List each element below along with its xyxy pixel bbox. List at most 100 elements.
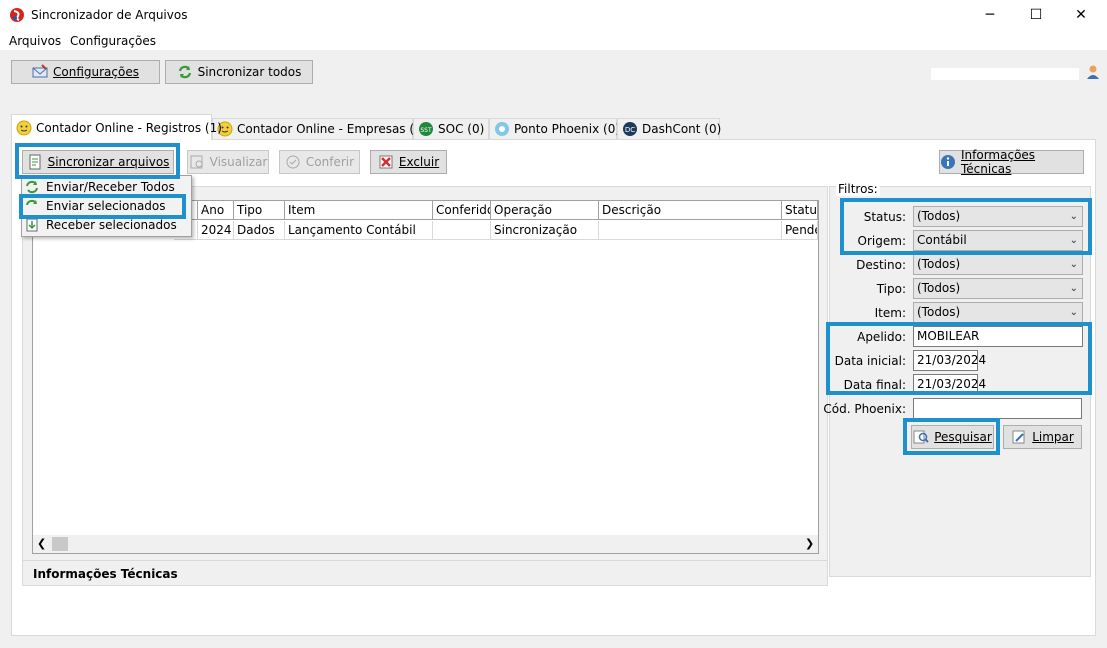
item-select[interactable]: (Todos) ⌄: [913, 302, 1083, 323]
origem-select[interactable]: Contábil ⌄: [913, 230, 1083, 251]
maximize-button[interactable]: ☐: [1013, 0, 1059, 30]
tipo-label: Tipo:: [876, 282, 906, 296]
apelido-field[interactable]: MOBILEAR: [913, 326, 1083, 347]
top-search-input[interactable]: [931, 68, 1079, 80]
col-header-operacao[interactable]: Operação: [491, 201, 599, 220]
window-title: Sincronizador de Arquivos: [31, 8, 188, 22]
data-inicial-label: Data inicial:: [834, 354, 906, 368]
menu-item-label: Enviar/Receber Todos: [46, 180, 175, 194]
destino-label: Destino:: [856, 258, 906, 272]
menu-item-label: Enviar selecionados: [46, 199, 166, 213]
scroll-right-icon[interactable]: ❯: [805, 537, 814, 550]
maximize-icon: ☐: [1029, 7, 1043, 23]
destino-select[interactable]: (Todos) ⌄: [913, 254, 1083, 275]
origem-label: Origem:: [857, 234, 906, 248]
col-header-status[interactable]: Status: [782, 201, 818, 220]
sync-all-button[interactable]: Sincronizar todos: [165, 60, 313, 84]
svg-text:DC: DC: [625, 126, 635, 134]
clear-button[interactable]: Limpar: [1003, 425, 1082, 449]
menu-configuracoes[interactable]: Configurações: [70, 34, 156, 48]
tab-ponto-phoenix-label: Ponto Phoenix (0): [514, 122, 621, 136]
view-button[interactable]: Visualizar: [187, 150, 269, 174]
sync-all-button-label: Sincronizar todos: [197, 65, 302, 79]
table-cell[interactable]: [433, 221, 491, 240]
status-label: Status:: [863, 210, 906, 224]
smiley-icon: [16, 120, 32, 136]
item-label: Item:: [874, 306, 906, 320]
status-select[interactable]: (Todos) ⌄: [913, 206, 1083, 227]
tab-soc[interactable]: SST SOC (0): [413, 118, 489, 139]
menu-bar: [0, 30, 1107, 50]
tab-ponto-phoenix[interactable]: Ponto Phoenix (0): [489, 118, 621, 139]
menu-item-receive-selected[interactable]: Receber selecionados: [24, 216, 186, 234]
horizontal-scrollbar[interactable]: [33, 535, 818, 553]
sync-icon: [177, 64, 193, 80]
tab-soc-label: SOC (0): [438, 122, 485, 136]
sync-files-label: Sincronizar arquivos: [47, 155, 170, 169]
menu-item-send-receive-all[interactable]: Enviar/Receber Todos: [24, 178, 186, 196]
tipo-select[interactable]: (Todos) ⌄: [913, 278, 1083, 299]
status-value: (Todos): [917, 209, 961, 223]
check-button[interactable]: Conferir: [279, 150, 360, 174]
minimize-button[interactable]: ─: [967, 0, 1013, 30]
config-button-label: Configurações: [53, 65, 139, 79]
data-final-field[interactable]: 21/03/2024: [913, 374, 986, 395]
delete-icon: [378, 154, 394, 170]
table-cell[interactable]: Sincronização: [491, 221, 599, 240]
delete-button[interactable]: Excluir: [370, 150, 447, 174]
eraser-icon: [1011, 429, 1027, 445]
tab-dashcont[interactable]: DC DashCont (0): [617, 118, 721, 139]
sync-icon: [24, 179, 40, 195]
apelido-label: Apelido:: [857, 330, 906, 344]
menu-item-send-selected[interactable]: Enviar selecionados: [24, 197, 186, 215]
data-inicial-field[interactable]: 21/03/2024: [913, 350, 986, 371]
divider: [22, 560, 828, 561]
menu-arquivos[interactable]: Arquivos: [9, 34, 61, 48]
tech-info-button[interactable]: Informações Técnicas: [939, 148, 1084, 176]
table-cell[interactable]: Pende: [782, 221, 818, 240]
chevron-down-icon: ⌄: [1069, 307, 1078, 318]
dashcont-icon: DC: [622, 121, 638, 137]
user-icon[interactable]: [1085, 64, 1101, 80]
tech-info-section-title: Informações Técnicas: [33, 567, 178, 581]
chevron-down-icon: ⌄: [1069, 211, 1078, 222]
phoenix-icon: [494, 121, 510, 137]
scroll-left-icon[interactable]: ❮: [37, 537, 46, 550]
config-button[interactable]: Configurações: [11, 60, 160, 84]
item-value: (Todos): [917, 305, 961, 319]
data-final-label: Data final:: [843, 378, 906, 392]
chevron-down-icon: ⌄: [1069, 259, 1078, 270]
filters-title: Filtros:: [836, 182, 880, 196]
col-header-ano[interactable]: Ano: [198, 201, 234, 220]
send-icon: [24, 198, 40, 214]
tab-registros[interactable]: Contador Online - Registros (1): [11, 114, 222, 140]
chevron-down-icon: ⌄: [1069, 235, 1078, 246]
cod-phoenix-field[interactable]: [913, 398, 1082, 419]
cod-phoenix-label: Cód. Phoenix:: [823, 402, 906, 416]
tab-empresas[interactable]: Contador Online - Empresas (50): [212, 118, 434, 139]
tab-registros-label: Contador Online - Registros (1): [36, 120, 222, 135]
col-header-tipo[interactable]: Tipo: [234, 201, 285, 220]
table-cell[interactable]: [599, 221, 782, 240]
check-icon: [285, 154, 301, 170]
view-icon: [189, 154, 205, 170]
check-label: Conferir: [305, 155, 355, 169]
table-cell[interactable]: Lançamento Contábil: [285, 221, 433, 240]
table-cell[interactable]: 2024: [198, 221, 234, 240]
tech-info-label: Informações Técnicas: [961, 148, 1036, 176]
search-button[interactable]: Pesquisar: [911, 425, 994, 449]
col-header-item[interactable]: Item: [285, 201, 433, 220]
table-cell[interactable]: Dados: [234, 221, 285, 240]
scroll-thumb[interactable]: [52, 537, 68, 551]
col-header-conferido[interactable]: Conferido: [433, 201, 491, 220]
sync-files-icon: [27, 154, 43, 170]
records-grid[interactable]: [32, 200, 819, 554]
search-button-label: Pesquisar: [934, 430, 992, 444]
svg-text:SST: SST: [420, 127, 432, 134]
col-header-descricao[interactable]: Descrição: [599, 201, 782, 220]
sync-files-button[interactable]: Sincronizar arquivos: [22, 150, 174, 174]
minimize-icon: ─: [985, 7, 995, 23]
close-button[interactable]: ✕: [1058, 0, 1104, 30]
config-envelope-icon: [32, 64, 48, 80]
tab-empresas-label: Contador Online - Empresas (50): [237, 122, 435, 136]
